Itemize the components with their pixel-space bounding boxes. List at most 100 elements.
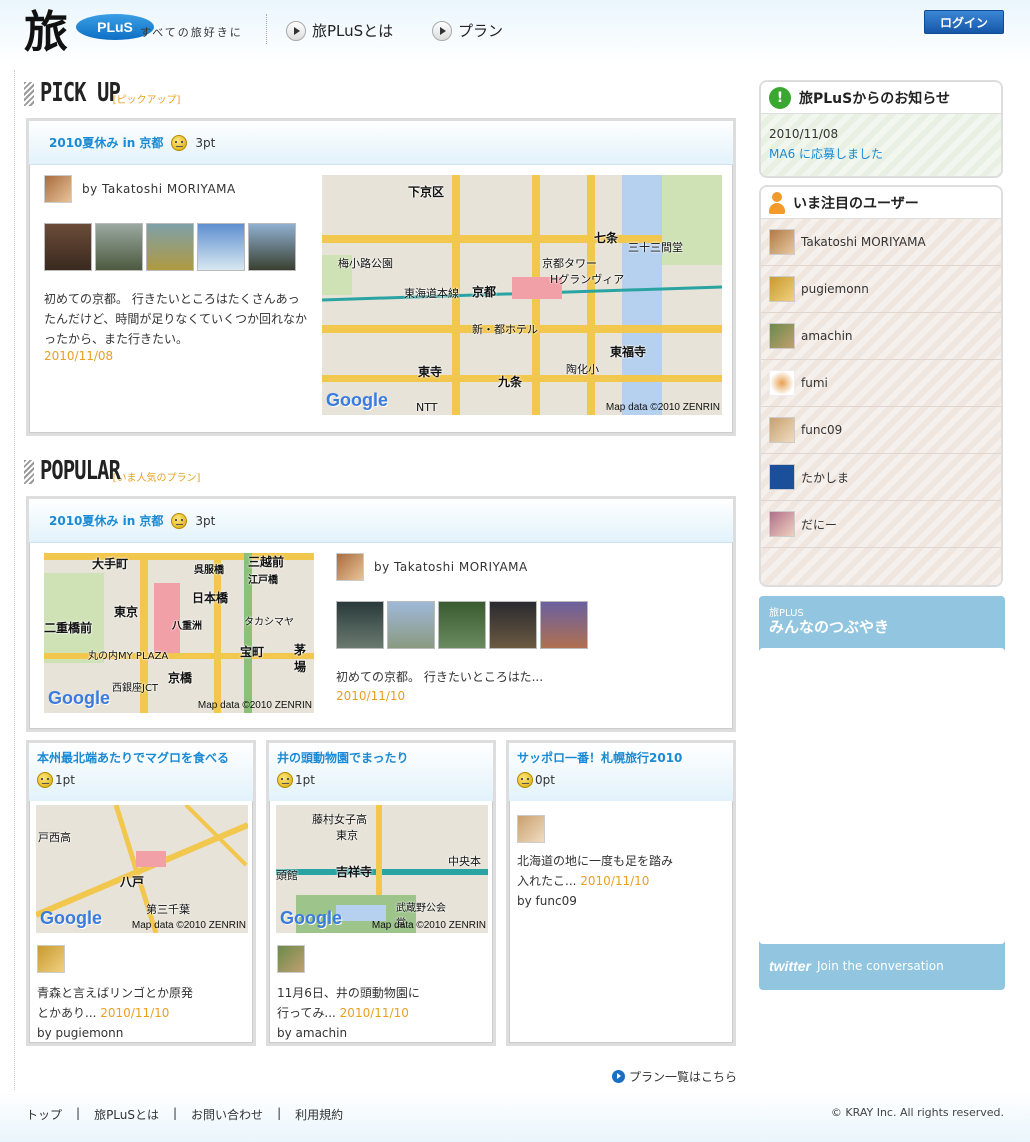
map-label: 藤村女子高 bbox=[312, 813, 367, 826]
map-label: 東京 bbox=[336, 829, 358, 842]
heading-stripe-icon bbox=[24, 82, 34, 106]
card-description-line1: 北海道の地に一度も足を踏み bbox=[517, 854, 674, 868]
card-points-value: 1pt bbox=[295, 773, 315, 787]
login-button[interactable]: ログイン bbox=[924, 10, 1004, 34]
pickup-subtitle: [ピックアップ] bbox=[112, 95, 181, 106]
card-title-bar: サッポロ一番！札幌旅行2010 0pt bbox=[509, 743, 733, 801]
card-plan-link[interactable]: 本州最北端あたりでマグロを食べる bbox=[37, 749, 245, 766]
google-logo: Google bbox=[280, 908, 342, 928]
pickup-description: 初めての京都。 行きたいところはたくさんあったんだけど、時間が足りなくていくつか… bbox=[44, 292, 308, 346]
photo-thumb[interactable] bbox=[44, 223, 92, 271]
pickup-author-row: by Takatoshi MORIYAMA bbox=[44, 175, 236, 203]
list-item[interactable]: たかしま bbox=[761, 454, 1001, 501]
map-label: 京都タワー bbox=[542, 257, 597, 270]
map-label: 東福寺 bbox=[610, 345, 647, 359]
map-label: 八戸 bbox=[120, 875, 145, 889]
map-label: 戸西高 bbox=[38, 831, 71, 844]
site-logo[interactable]: 旅 PLuS bbox=[24, 4, 154, 60]
play-circle-icon bbox=[432, 20, 452, 41]
footer-link-about[interactable]: 旅PLuSとは bbox=[94, 1106, 159, 1123]
card-description-line2: 入れたこ... 2010/11/10 bbox=[517, 871, 729, 891]
footer-link-top[interactable]: トップ bbox=[26, 1106, 62, 1123]
notice-link[interactable]: MA6 に応募しました bbox=[769, 144, 993, 164]
footer-separator: | bbox=[173, 1106, 178, 1120]
card-description-excerpt: 入れたこ... bbox=[517, 874, 577, 888]
popular-date: 2010/11/10 bbox=[336, 689, 406, 703]
pickup-plan-link[interactable]: 2010夏休み in 京都 bbox=[49, 134, 163, 151]
map-label: 陶化小 bbox=[566, 363, 599, 376]
card-map[interactable]: 吉祥寺 藤村女子高 東京 頭館 中央本 武蔵野公会堂 Google Map da… bbox=[276, 805, 488, 933]
popular-box: 2010夏休み in 京都 3pt 大手町 三越前 日本橋 東京 二重橋前 八重… bbox=[26, 496, 736, 732]
avatar bbox=[769, 370, 795, 396]
list-item[interactable]: Takatoshi MORIYAMA bbox=[761, 219, 1001, 266]
popular-map[interactable]: 大手町 三越前 日本橋 東京 二重橋前 八重洲 京橋 宝町 茅場 丸の内MY P… bbox=[44, 553, 314, 713]
map-label: 丸の内MY PLAZA bbox=[88, 651, 169, 662]
footer-link-terms[interactable]: 利用規約 bbox=[295, 1106, 343, 1123]
users-list: Takatoshi MORIYAMA pugiemonn amachin fum… bbox=[761, 219, 1001, 585]
footer: トップ | 旅PLuSとは | お問い合わせ | 利用規約 © KRAY Inc… bbox=[0, 1092, 1030, 1142]
card-description: 北海道の地に一度も足を踏み 入れたこ... 2010/11/10 by func… bbox=[517, 851, 729, 911]
pickup-box-title: 2010夏休み in 京都 3pt bbox=[29, 121, 733, 165]
footer-link-contact[interactable]: お問い合わせ bbox=[191, 1106, 263, 1123]
pickup-author: by Takatoshi MORIYAMA bbox=[82, 182, 236, 196]
map-label: 呉服橋 bbox=[194, 565, 224, 576]
user-name: たかしま bbox=[801, 470, 850, 485]
card-points: 1pt bbox=[37, 772, 245, 788]
map-label: 梅小路公園 bbox=[338, 257, 393, 270]
google-logo: Google bbox=[48, 688, 110, 708]
photo-thumb[interactable] bbox=[197, 223, 245, 271]
card-plan-link[interactable]: 井の頭動物園でまったり bbox=[277, 749, 485, 766]
map-label: 第三千葉 bbox=[146, 903, 190, 916]
card-description: 青森と言えばリンゴとか原発 とかあり... 2010/11/10 by pugi… bbox=[37, 983, 249, 1043]
photo-thumb[interactable] bbox=[95, 223, 143, 271]
avatar bbox=[769, 464, 795, 490]
card-points-value: 1pt bbox=[55, 773, 75, 787]
map-label: 東京 bbox=[114, 605, 139, 619]
list-item[interactable]: func09 bbox=[761, 407, 1001, 454]
avatar[interactable] bbox=[44, 175, 72, 203]
photo-thumb[interactable] bbox=[540, 601, 588, 649]
photo-thumb[interactable] bbox=[336, 601, 384, 649]
popular-title: POPULAR bbox=[40, 456, 121, 486]
plan-list-link[interactable]: プラン一覧はこちら bbox=[612, 1068, 737, 1085]
list-item[interactable]: amachin bbox=[761, 313, 1001, 360]
photo-thumb[interactable] bbox=[146, 223, 194, 271]
twitter-feed bbox=[759, 648, 1005, 944]
map-label: 東寺 bbox=[418, 365, 443, 379]
face-icon bbox=[171, 512, 188, 529]
avatar[interactable] bbox=[336, 553, 364, 581]
avatar[interactable] bbox=[277, 945, 305, 973]
card-description-line2: とかあり... 2010/11/10 bbox=[37, 1003, 249, 1023]
photo-thumb[interactable] bbox=[489, 601, 537, 649]
twitter-join-link[interactable]: twitter Join the conversation bbox=[769, 958, 944, 974]
user-name: pugiemonn bbox=[801, 282, 869, 296]
avatar bbox=[769, 417, 795, 443]
photo-thumb[interactable] bbox=[438, 601, 486, 649]
map-label: 七条 bbox=[594, 231, 619, 245]
avatar[interactable] bbox=[517, 815, 545, 843]
map-credit: Map data ©2010 ZENRIN bbox=[605, 402, 720, 413]
map-label: 九条 bbox=[498, 375, 523, 389]
list-item[interactable]: だにー bbox=[761, 501, 1001, 548]
user-name: func09 bbox=[801, 423, 843, 437]
list-item[interactable]: fumi bbox=[761, 360, 1001, 407]
card-plan-link[interactable]: サッポロ一番！札幌旅行2010 bbox=[517, 749, 725, 766]
card-author: by func09 bbox=[517, 894, 577, 908]
nav-plans[interactable]: プラン bbox=[432, 20, 503, 41]
avatar[interactable] bbox=[37, 945, 65, 973]
google-logo: Google bbox=[40, 908, 102, 928]
nav-about[interactable]: 旅PLuSとは bbox=[286, 20, 393, 41]
map-label: タカシマヤ bbox=[244, 617, 294, 628]
photo-thumb[interactable] bbox=[387, 601, 435, 649]
header: 旅 PLuS すべての旅好きに 旅PLuSとは プラン ログイン bbox=[0, 0, 1030, 64]
list-item[interactable]: pugiemonn bbox=[761, 266, 1001, 313]
google-logo: Google bbox=[326, 390, 388, 410]
exclamation-icon: ! bbox=[769, 86, 791, 109]
popular-plan-link[interactable]: 2010夏休み in 京都 bbox=[49, 512, 163, 529]
photo-thumb[interactable] bbox=[248, 223, 296, 271]
popular-author: by Takatoshi MORIYAMA bbox=[374, 560, 528, 574]
card-map[interactable]: 八戸 戸西高 第三千葉 Google Map data ©2010 ZENRIN bbox=[36, 805, 248, 933]
pickup-map[interactable]: 下京区 七条 京都 東寺 東福寺 九条 東海道本線 梅小路公園 京都タワー 新・… bbox=[322, 175, 722, 415]
twitter-widget: 旅PLUS みんなのつぶやき twitter Join the conversa… bbox=[759, 596, 1005, 990]
plan-card: サッポロ一番！札幌旅行2010 0pt 北海道の地に一度も足を踏み 入れたこ..… bbox=[506, 740, 736, 1046]
